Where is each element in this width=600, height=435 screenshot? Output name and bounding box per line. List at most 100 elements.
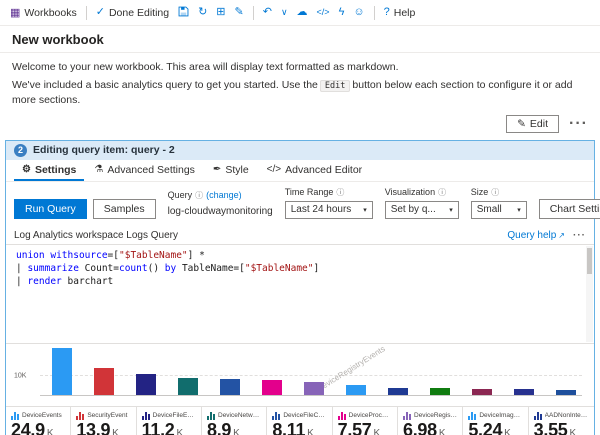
lightning-icon[interactable]: ϟ	[339, 7, 345, 18]
code-token: by	[164, 262, 177, 274]
query-source-value[interactable]: log-cloudwaymonitoring	[168, 204, 273, 219]
tile-value: 5.24 K	[468, 420, 522, 435]
metric-tile-DeviceFileCertificateInfo[interactable]: DeviceFileCertificateInfo8.11K	[267, 406, 333, 435]
metric-tile-SecurityEvent[interactable]: SecurityEvent 13.9 K	[71, 406, 137, 435]
grid-icon[interactable]: ⊞	[216, 7, 225, 18]
metric-tile-DeviceFileEvents[interactable]: DeviceFileEvents11.2K	[137, 406, 202, 435]
edit-section-button[interactable]: ✎ Edit	[506, 114, 560, 133]
bar-DeviceImageLoadEvents[interactable]	[346, 384, 366, 395]
bar-DeviceEvents[interactable]	[52, 347, 72, 395]
tab-advanced-editor[interactable]: </> Advanced Editor	[259, 160, 371, 181]
help-icon: ?	[383, 6, 390, 18]
bar-DeviceNetworkEvents[interactable]	[178, 377, 198, 395]
more-options-icon[interactable]: ···	[573, 230, 586, 241]
save-icon[interactable]	[178, 6, 189, 20]
tab-label: Settings	[34, 163, 77, 176]
code-token: ]	[313, 262, 320, 274]
tile-unit: K	[46, 427, 54, 435]
visualization-label-row: Visualization ⓘ	[385, 187, 459, 198]
tile-label: DeviceRegistryEvents	[414, 412, 457, 420]
code-token: TableName=[	[176, 262, 245, 274]
help-button[interactable]: ? Help	[384, 7, 416, 19]
smiley-feedback-icon[interactable]: ☺	[353, 7, 364, 18]
time-range-control: Time Range ⓘ Last 24 hours ▾	[284, 187, 373, 219]
external-link-icon: ↗	[558, 230, 565, 240]
bar-SecurityEvent[interactable]	[94, 368, 114, 395]
markdown-text-section: Welcome to your new workbook. This area …	[0, 53, 600, 109]
query-help-link[interactable]: Query help ↗	[507, 230, 565, 241]
more-options-icon[interactable]: ···	[569, 115, 588, 133]
time-range-value: Last 24 hours	[290, 204, 352, 216]
help-label: Help	[393, 6, 416, 19]
info-icon: ⓘ	[491, 187, 500, 197]
chart-settings-button[interactable]: Chart Settings	[538, 198, 600, 219]
visualization-dropdown[interactable]: Set by q... ▾	[384, 200, 459, 219]
query-item-header: 2 Editing query item: query - 2	[6, 140, 594, 160]
code-token: =[	[107, 249, 119, 261]
done-editing-toolbar-button[interactable]: ✓ Done Editing	[96, 7, 169, 19]
metric-tile-DeviceImageLoadEvents[interactable]: DeviceImageLoadEvents5.24K	[463, 406, 529, 435]
bar-unlabeled-10[interactable]	[430, 388, 450, 395]
tab-style[interactable]: ✒ Style	[205, 160, 257, 181]
workbooks-label: Workbooks	[24, 6, 77, 19]
workbooks-menu[interactable]: ▦ Workbooks	[10, 6, 77, 20]
divider	[252, 5, 254, 20]
bar-unlabeled-11[interactable]	[472, 389, 492, 395]
tile-header: DeviceFileEvents	[141, 411, 196, 420]
query-help-label: Query help	[507, 229, 557, 241]
scrollbar-thumb[interactable]	[587, 247, 592, 274]
undo-icon[interactable]: ↶	[263, 7, 272, 18]
refresh-icon[interactable]: ↻	[198, 7, 207, 18]
bar-unlabeled-13[interactable]	[556, 389, 576, 395]
samples-button[interactable]: Samples	[92, 198, 156, 219]
bar-AADNonInteractiveUserS...[interactable]	[388, 387, 408, 395]
bar-DeviceFileEvents[interactable]	[136, 373, 156, 395]
query-item-tabs: ⚙ Settings ⚗ Advanced Settings ✒ Style </> Adva…	[6, 160, 594, 182]
tile-label: DeviceEvents	[22, 412, 62, 420]
metric-tile-DeviceProcessEvents[interactable]: DeviceProcessEvents7.57K	[333, 406, 398, 435]
bar-unlabeled-12[interactable]	[514, 389, 534, 395]
visualization-control: Visualization ⓘ Set by q... ▾	[384, 187, 459, 219]
divider	[373, 5, 375, 20]
pencil-icon: ✎	[517, 117, 526, 130]
time-range-dropdown[interactable]: Last 24 hours ▾	[284, 200, 373, 219]
metric-tile-DeviceNetworkEvents[interactable]: DeviceNetworkEvents8.9K	[202, 406, 268, 435]
tile-value: 8.9 K	[207, 420, 261, 435]
welcome-text: Welcome to your new workbook. This area …	[12, 61, 399, 73]
tile-label: SecurityEvent	[87, 412, 128, 420]
tile-header: DeviceProcessEvents	[337, 411, 392, 420]
tile-label: DeviceProcessEvents	[348, 412, 392, 420]
tile-header: DeviceImageLoadEvents	[468, 411, 523, 420]
gear-icon: ⚙	[22, 164, 31, 176]
run-query-button[interactable]: Run Query	[14, 198, 87, 219]
tile-unit: K	[307, 427, 314, 435]
tab-label: Advanced Editor	[285, 163, 363, 176]
scrollbar[interactable]	[586, 245, 593, 342]
tile-value: 8.11 K	[272, 420, 326, 435]
code-token: summarize	[27, 262, 79, 274]
size-label-row: Size ⓘ	[471, 187, 527, 198]
tab-advanced-settings[interactable]: ⚗ Advanced Settings	[86, 160, 203, 181]
code-line: union withsource=["$TableName"] *	[16, 249, 584, 262]
size-dropdown[interactable]: Small ▾	[470, 200, 527, 219]
divider	[85, 5, 87, 20]
metric-tile-DeviceEvents[interactable]: DeviceEvents 24.9 K	[6, 406, 72, 435]
change-link[interactable]: (change)	[206, 190, 242, 200]
code-icon[interactable]: </>	[317, 8, 330, 17]
cloud-upload-icon[interactable]: ☁	[297, 7, 308, 18]
bar-DeviceProcessEvents[interactable]	[262, 380, 282, 395]
query-source-control: Query ⓘ (change) log-cloudwaymonitoring	[168, 190, 273, 219]
metric-tiles: DeviceEvents 24.9 K SecurityEvent 13.9 K Devic…	[6, 405, 594, 435]
tile-unit: K	[438, 427, 446, 435]
tab-settings[interactable]: ⚙ Settings	[14, 160, 85, 181]
chevron-down-icon[interactable]: ∨	[281, 8, 288, 17]
bar-DeviceRegistryEvents[interactable]	[304, 381, 324, 395]
edit-pencil-icon[interactable]: ✎	[235, 7, 244, 18]
bar-DeviceFileCertificateInfo[interactable]	[220, 379, 240, 395]
metric-tile-DeviceRegistryEvents[interactable]: DeviceRegistryEvents6.98K	[398, 406, 464, 435]
metric-tile-AADNonInteractiveUserS[interactable]: AADNonInteractiveUserS...3.55K	[529, 407, 594, 435]
query-editor[interactable]: union withsource=["$TableName"] * | summa…	[6, 243, 594, 344]
code-token: |	[16, 275, 28, 287]
info-icon: ⓘ	[438, 187, 447, 197]
code-token: |	[16, 262, 28, 274]
